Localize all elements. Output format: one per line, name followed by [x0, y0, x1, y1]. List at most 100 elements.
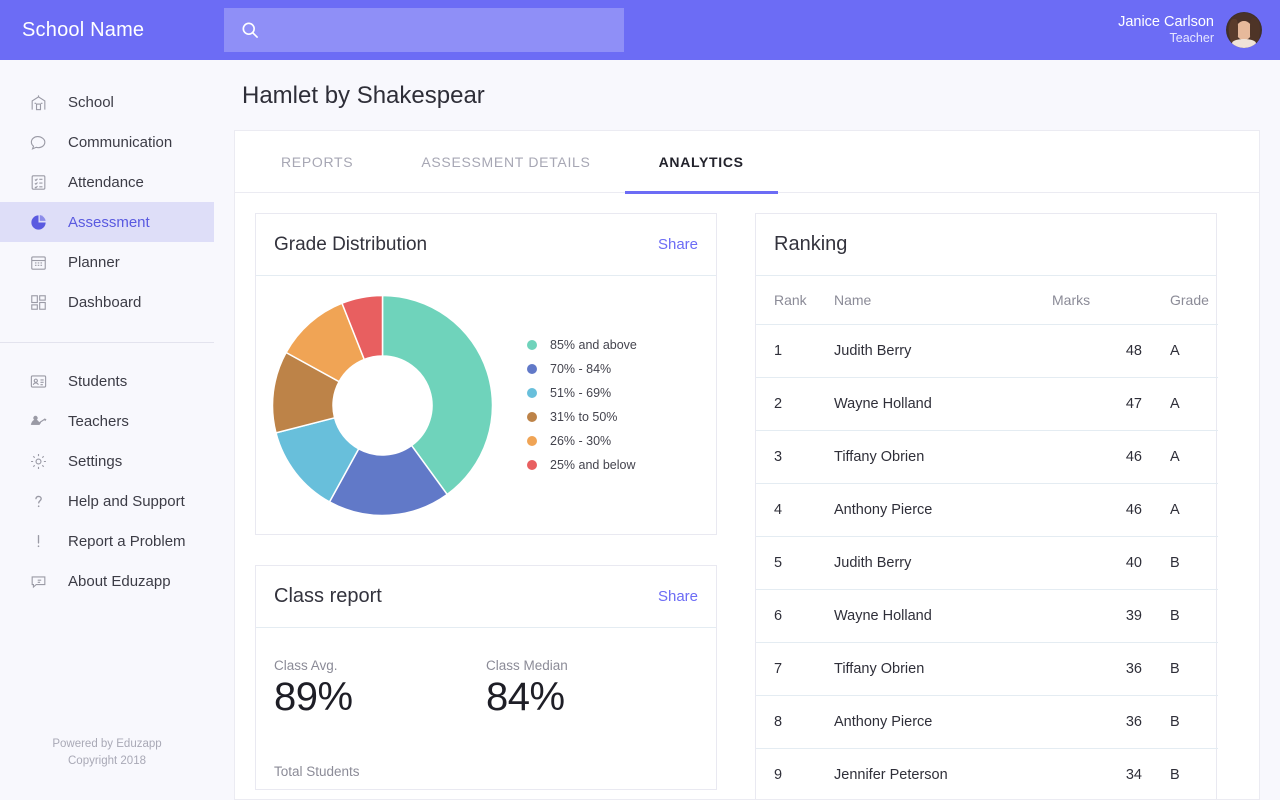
legend-item[interactable]: 25% and below	[527, 458, 712, 472]
ranking-table: Rank Name Marks Grade 1 Judith Berry 48 A 2 Wayn…	[756, 276, 1218, 799]
class-median-value: 84%	[486, 675, 565, 719]
table-row[interactable]: 3 Tiffany Obrien 46 A	[756, 430, 1218, 484]
legend-label: 70% - 84%	[550, 362, 612, 376]
total-students-label: Total Students	[274, 764, 360, 779]
sidebar-item-students[interactable]: Students	[0, 361, 214, 401]
avatar-body	[1232, 39, 1256, 48]
column-header-rank: Rank	[756, 276, 834, 325]
ranking-header-row: Rank Name Marks Grade	[756, 276, 1218, 325]
sidebar-item-label: Attendance	[68, 173, 144, 191]
legend-item[interactable]: 51% - 69%	[527, 386, 712, 400]
legend-label: 31% to 50%	[550, 410, 618, 424]
cell-marks: 46	[1052, 430, 1142, 484]
footer-powered-by: Powered by Eduzapp	[52, 737, 162, 750]
class-report-share-link[interactable]: Share	[658, 588, 698, 605]
table-row[interactable]: 4 Anthony Pierce 46 A	[756, 483, 1218, 537]
column-header-marks: Marks	[1052, 276, 1142, 325]
cell-rank: 3	[756, 430, 834, 484]
class-median-label: Class Median	[486, 658, 568, 673]
table-row[interactable]: 8 Anthony Pierce 36 B	[756, 695, 1218, 749]
brand-title: School Name	[22, 18, 145, 41]
sidebar-item-label: Teachers	[68, 412, 129, 430]
legend-color-swatch	[527, 340, 537, 350]
legend-color-swatch	[527, 412, 537, 422]
sidebar-item-teachers[interactable]: Teachers	[0, 401, 214, 441]
ranking-table-body: 1 Judith Berry 48 A 2 Wayne Holland 47 A 3 Tiffan…	[756, 324, 1218, 799]
sidebar-item-assessment[interactable]: Assessment	[0, 202, 214, 242]
sidebar-item-label: Communication	[68, 133, 173, 151]
legend-item[interactable]: 31% to 50%	[527, 410, 712, 424]
table-row[interactable]: 6 Wayne Holland 39 B	[756, 589, 1218, 643]
chat-bubble-icon	[28, 132, 48, 152]
legend-label: 26% - 30%	[550, 434, 612, 448]
legend-item[interactable]: 70% - 84%	[527, 362, 712, 376]
column-header-grade: Grade	[1142, 276, 1218, 325]
sidebar-item-attendance[interactable]: Attendance	[0, 162, 214, 202]
donut-chart	[271, 294, 494, 516]
legend-color-swatch	[527, 388, 537, 398]
sidebar-item-planner[interactable]: Planner	[0, 242, 214, 282]
cell-grade: B	[1142, 748, 1218, 799]
sidebar-item-label: Dashboard	[68, 293, 142, 311]
user-menu[interactable]: Janice Carlson Teacher	[1118, 12, 1262, 48]
sidebar-item-school[interactable]: School	[0, 82, 214, 122]
right-column: Ranking Rank Name Marks Grade 1 Judith Berry…	[755, 213, 1218, 799]
sidebar-item-about-eduzapp[interactable]: About Eduzapp	[0, 561, 214, 601]
cell-marks: 48	[1052, 324, 1142, 378]
table-row[interactable]: 9 Jennifer Peterson 34 B	[756, 748, 1218, 799]
question-mark-icon	[28, 491, 48, 511]
search-box[interactable]	[224, 8, 624, 52]
ranking-header: Ranking	[756, 214, 1216, 276]
table-row[interactable]: 2 Wayne Holland 47 A	[756, 377, 1218, 431]
tab-assessment-details[interactable]: ASSESSMENT DETAILS	[387, 131, 624, 193]
sidebar-item-communication[interactable]: Communication	[0, 122, 214, 162]
class-average-value: 89%	[274, 675, 353, 719]
table-row[interactable]: 5 Judith Berry 40 B	[756, 536, 1218, 590]
legend-item[interactable]: 85% and above	[527, 338, 712, 352]
class-report-title: Class report	[274, 585, 382, 607]
analytics-panel: REPORTS ASSESSMENT DETAILS ANALYTICS Grade…	[234, 130, 1260, 800]
class-report-card: Class report Share Class Avg. 89% Class …	[255, 565, 717, 790]
tab-analytics[interactable]: ANALYTICS	[624, 131, 778, 194]
user-role: Teacher	[1169, 31, 1214, 46]
table-row[interactable]: 7 Tiffany Obrien 36 B	[756, 642, 1218, 696]
sidebar-item-report-a-problem[interactable]: Report a Problem	[0, 521, 214, 561]
grade-distribution-title: Grade Distribution	[274, 233, 428, 255]
cell-marks: 40	[1052, 536, 1142, 590]
tab-reports[interactable]: REPORTS	[247, 131, 387, 193]
sidebar-secondary-nav: Students Teachers Settings Help and Support…	[0, 361, 214, 601]
cell-marks: 34	[1052, 748, 1142, 799]
footer-copyright: Copyright 2018	[68, 754, 146, 767]
app-root: School Name Janice Carlson Teacher Schoo…	[0, 0, 1280, 800]
cell-grade: A	[1142, 377, 1218, 431]
cell-marks: 46	[1052, 483, 1142, 537]
sidebar-item-help-and-support[interactable]: Help and Support	[0, 481, 214, 521]
school-icon	[28, 92, 48, 112]
grade-distribution-share-link[interactable]: Share	[658, 236, 698, 253]
table-row[interactable]: 1 Judith Berry 48 A	[756, 324, 1218, 378]
sidebar-item-dashboard[interactable]: Dashboard	[0, 282, 214, 322]
cell-marks: 47	[1052, 377, 1142, 431]
legend-item[interactable]: 26% - 30%	[527, 434, 712, 448]
ranking-card: Ranking Rank Name Marks Grade 1 Judith Berry…	[755, 213, 1218, 799]
sidebar-item-label: Settings	[68, 452, 123, 470]
class-report-body: Class Avg. 89% Class Median 84% Total St…	[256, 628, 716, 789]
cell-marks: 36	[1052, 642, 1142, 696]
avatar[interactable]	[1226, 12, 1262, 48]
sidebar-item-label: About Eduzapp	[68, 572, 171, 590]
sidebar-item-label: Students	[68, 372, 128, 390]
legend-color-swatch	[527, 436, 537, 446]
search-input[interactable]	[260, 21, 624, 39]
legend-label: 25% and below	[550, 458, 636, 472]
page-title: Hamlet by Shakespear	[242, 82, 485, 109]
class-report-stats: Class Avg. 89% Class Median 84%	[274, 658, 698, 720]
cell-rank: 8	[756, 695, 834, 749]
cell-marks: 39	[1052, 589, 1142, 643]
donut-chart-wrap	[260, 293, 505, 518]
sidebar-footer: Powered by Eduzapp Copyright 2018	[0, 736, 214, 771]
cell-name: Anthony Pierce	[834, 695, 1052, 749]
legend-color-swatch	[527, 364, 537, 374]
cell-name: Anthony Pierce	[834, 483, 1052, 537]
cell-grade: B	[1142, 536, 1218, 590]
sidebar-item-settings[interactable]: Settings	[0, 441, 214, 481]
